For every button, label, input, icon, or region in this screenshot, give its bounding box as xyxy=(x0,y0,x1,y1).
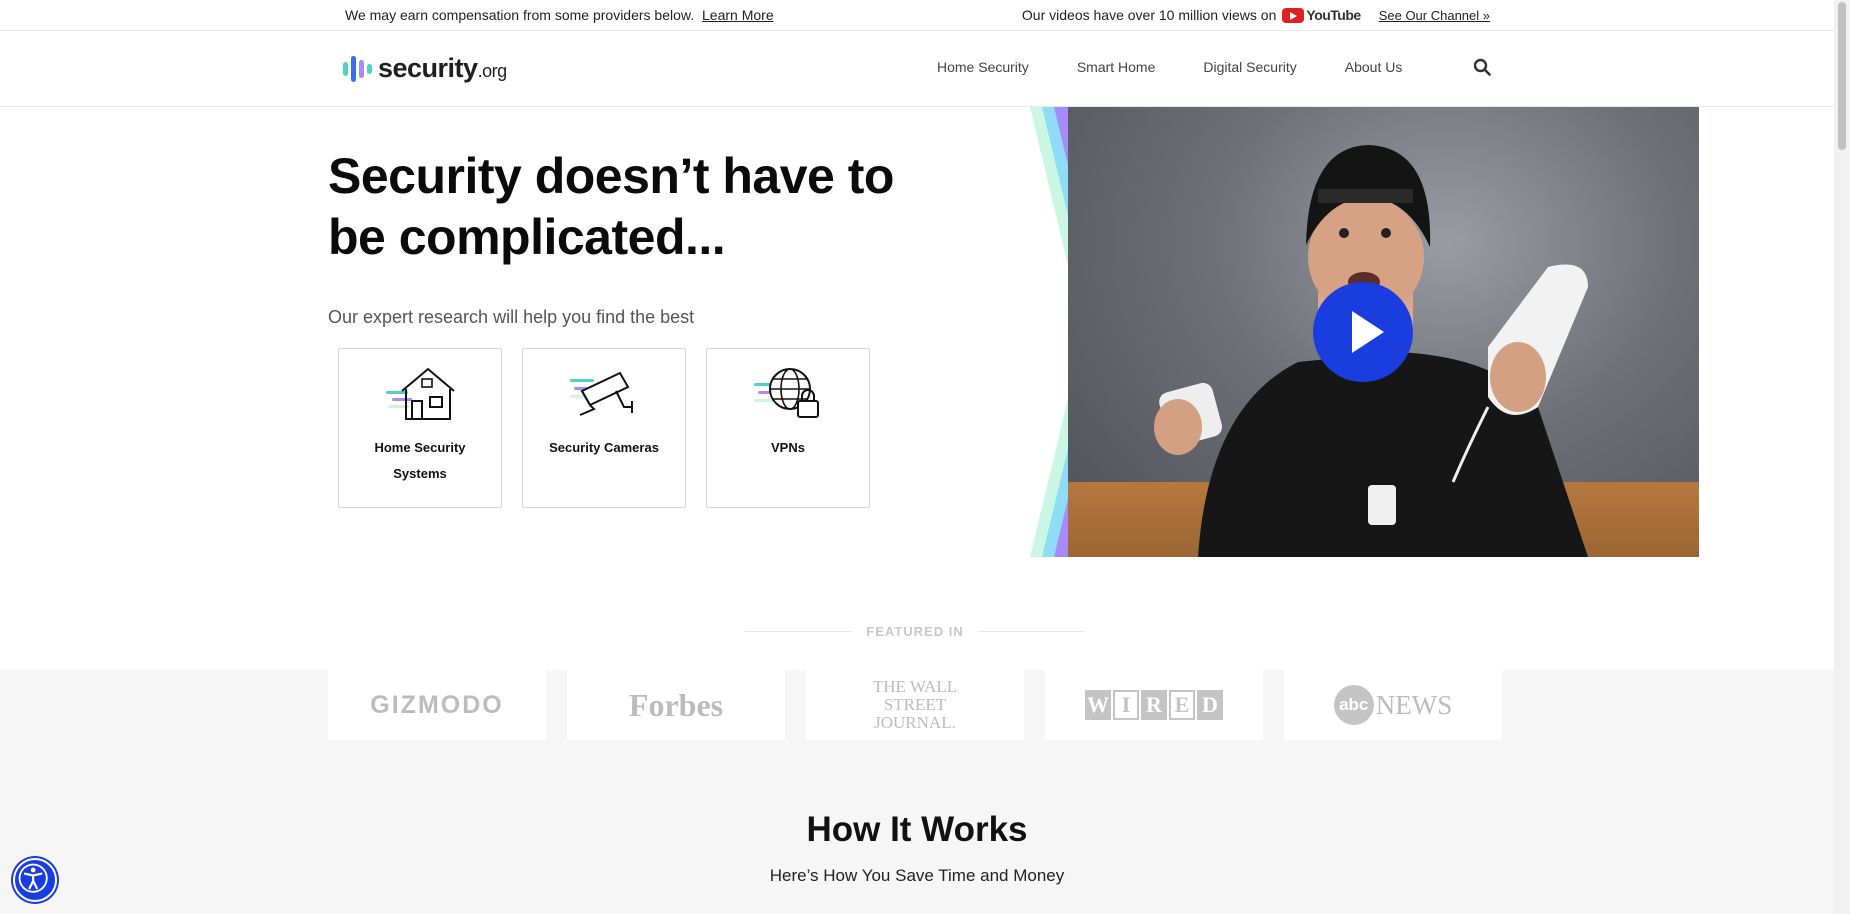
hero-subtitle: Our expert research will help you find t… xyxy=(328,307,695,327)
press-logo-wired: WIRED xyxy=(1045,670,1263,740)
house-icon xyxy=(386,367,455,420)
hero-title: Security doesn’t have to be complicated.… xyxy=(328,148,894,265)
main-nav: Home Security Smart Home Digital Securit… xyxy=(937,59,1402,75)
site-logo[interactable]: security.org xyxy=(343,53,507,84)
card-vpns[interactable]: VPNs xyxy=(706,348,870,508)
card-security-cameras[interactable]: Security Cameras xyxy=(522,348,686,508)
how-it-works-subtitle: Here’s How You Save Time and Money xyxy=(769,866,1065,885)
nav-digital-security[interactable]: Digital Security xyxy=(1203,59,1296,75)
views-text: Our videos have over 10 million views on xyxy=(1021,7,1277,23)
card-vpns-label: VPNs xyxy=(771,440,805,455)
accessibility-button[interactable] xyxy=(13,858,57,902)
featured-divider-right xyxy=(977,631,1085,632)
disclosure-text: We may earn compensation from some provi… xyxy=(345,7,695,23)
learn-more-link[interactable]: Learn More xyxy=(702,7,774,23)
card-home-security[interactable]: Home Security Systems xyxy=(338,348,502,508)
page-scrollbar[interactable] xyxy=(1834,0,1850,914)
youtube-wordmark: YouTube xyxy=(1306,7,1361,23)
card-home-security-label: Home Security Systems xyxy=(374,440,466,481)
youtube-play-icon xyxy=(1282,7,1305,23)
nav-smart-home[interactable]: Smart Home xyxy=(1077,59,1156,75)
site-header: security.org Home Security Smart Home Di… xyxy=(0,31,1834,107)
logo-text: security.org xyxy=(378,53,507,83)
accessibility-icon xyxy=(18,863,48,893)
press-logo-wsj: THE WALL STREET JOURNAL. xyxy=(806,670,1024,740)
scrollbar-thumb[interactable] xyxy=(1838,2,1846,150)
press-logos: GIZMODO Forbes THE WALL STREET JOURNAL. … xyxy=(328,670,1502,740)
nav-home-security[interactable]: Home Security xyxy=(937,59,1029,75)
video-play-button[interactable] xyxy=(1313,282,1413,382)
press-logo-gizmodo: GIZMODO xyxy=(328,670,546,740)
card-security-cameras-label: Security Cameras xyxy=(549,440,659,455)
press-logo-forbes: Forbes xyxy=(567,670,785,740)
search-icon[interactable] xyxy=(1473,58,1491,76)
nav-about-us[interactable]: About Us xyxy=(1345,59,1403,75)
featured-divider-left xyxy=(745,631,853,632)
disclosure-text-group: We may earn compensation from some provi… xyxy=(345,7,774,23)
see-channel-link[interactable]: See Our Channel » xyxy=(1379,8,1490,23)
category-cards: Home Security Systems Security Cameras V… xyxy=(338,348,870,508)
press-logo-abc-news: abc NEWS xyxy=(1284,670,1502,740)
youtube-logo: YouTube xyxy=(1282,7,1361,23)
top-disclosure-bar: We may earn compensation from some provi… xyxy=(0,0,1834,31)
globe-lock-icon xyxy=(754,368,819,418)
featured-label: FEATURED IN xyxy=(866,624,964,639)
featured-heading: FEATURED IN xyxy=(745,624,1085,639)
security-camera-icon xyxy=(570,371,633,416)
logo-bars-icon xyxy=(343,55,372,82)
youtube-promo: Our videos have over 10 million views on… xyxy=(1022,7,1490,23)
how-it-works-title: How It Works xyxy=(806,810,1028,849)
